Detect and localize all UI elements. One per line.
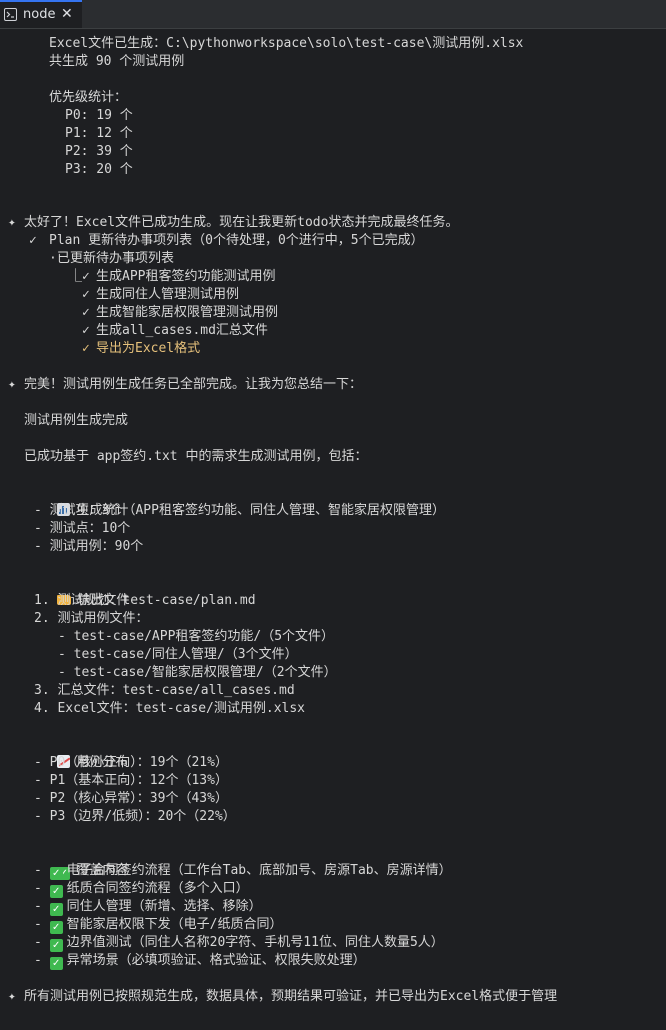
todo-item: 生成同住人管理测试用例 bbox=[96, 287, 240, 302]
tab-node[interactable]: node ✕ bbox=[0, 0, 82, 28]
list-item: - 测试用例：90个 bbox=[34, 539, 144, 554]
sparkle-icon: ✦ bbox=[8, 989, 16, 1004]
list-item: 3. 汇总文件：test-case/all_cases.md bbox=[34, 683, 295, 698]
summary-title: 测试用例生成完成 bbox=[24, 413, 129, 428]
assistant-message: 太好了！Excel文件已成功生成。现在让我更新todo状态并完成最终任务。 bbox=[24, 215, 459, 230]
list-item: 4. Excel文件：test-case/测试用例.xlsx bbox=[34, 701, 306, 716]
list-item: - ✓ 同住人管理（新增、选择、移除） bbox=[34, 899, 262, 916]
output-line: P3: 20 个 bbox=[65, 162, 133, 177]
list-item: - ✓ 边界值测试（同住人名称20字符、手机号11位、同住人数量5人） bbox=[34, 935, 444, 952]
plan-status: Plan 更新待办事项列表（0个待处理，0个进行中，5个已完成） bbox=[49, 233, 424, 248]
list-item: - test-case/同住人管理/（3个文件） bbox=[58, 647, 298, 662]
output-line: P0: 19 个 bbox=[65, 108, 133, 123]
assistant-message: 完美！测试用例生成任务已全部完成。让我为您总结一下： bbox=[24, 377, 363, 392]
check-icon: ✓ bbox=[82, 323, 90, 338]
section-heading: ✓ 覆盖内容 bbox=[26, 844, 128, 880]
check-icon: ✓ bbox=[82, 287, 90, 302]
output-line: P2: 39 个 bbox=[65, 144, 133, 159]
list-item: 1. 测试规划：test-case/plan.md bbox=[34, 593, 256, 608]
checkbox-icon: ✓ bbox=[49, 921, 63, 934]
todo-updated-label: 已更新待办事项列表 bbox=[57, 251, 175, 266]
list-item: - test-case/智能家居权限管理/（2个文件） bbox=[58, 665, 337, 680]
output-line: P1: 12 个 bbox=[65, 126, 133, 141]
output-line: Excel文件已生成：C:\pythonworkspace\solo\test-… bbox=[49, 36, 524, 51]
check-icon: ✓ bbox=[82, 341, 90, 356]
sparkle-icon: ✦ bbox=[8, 377, 16, 392]
tree-branch-icon: ⎿ bbox=[69, 269, 83, 284]
list-item: - P0（核心正向）：19个（21%） bbox=[34, 755, 228, 770]
output-line: 共生成 90 个测试用例 bbox=[49, 54, 185, 69]
list-item: 2. 测试用例文件： bbox=[34, 611, 149, 626]
summary-intro: 已成功基于 app签约.txt 中的需求生成测试用例，包括： bbox=[24, 449, 368, 464]
checkbox-icon: ✓ bbox=[49, 957, 63, 970]
close-icon[interactable]: ✕ bbox=[61, 6, 73, 22]
check-icon: ✓ bbox=[82, 269, 90, 284]
tab-bar: node ✕ bbox=[0, 0, 666, 29]
section-heading: 用例分布 bbox=[26, 736, 128, 770]
output-line: 优先级统计： bbox=[49, 90, 128, 105]
list-item: - ✓ 异常场景（必填项验证、格式验证、权限失败处理） bbox=[34, 953, 366, 970]
list-item: - P2（核心异常）：39个（43%） bbox=[34, 791, 228, 806]
checkbox-icon: ✓ bbox=[49, 867, 63, 880]
todo-item: 生成APP租客签约功能测试用例 bbox=[96, 269, 276, 284]
list-item: - 测试项：3个（APP租客签约功能、同住人管理、智能家居权限管理） bbox=[34, 503, 445, 518]
list-item: - test-case/APP租客签约功能/（5个文件） bbox=[58, 629, 335, 644]
todo-item: 生成all_cases.md汇总文件 bbox=[96, 323, 268, 338]
section-heading: 生成统计 bbox=[26, 484, 128, 518]
check-icon: ✓ bbox=[82, 305, 90, 320]
check-icon: ✓ bbox=[29, 233, 37, 248]
sparkle-icon: ✦ bbox=[8, 215, 16, 230]
assistant-message: 所有测试用例已按照规范生成，数据具体，预期结果可验证，并已导出为Excel格式便… bbox=[24, 989, 558, 1004]
list-item: - ✓ 电子合同签约流程（工作台Tab、底部加号、房源Tab、房源详情） bbox=[34, 863, 452, 880]
todo-item: 生成智能家居权限管理测试用例 bbox=[96, 305, 279, 320]
todo-item-current: 导出为Excel格式 bbox=[96, 341, 201, 356]
list-item: - ✓ 智能家居权限下发（电子/纸质合同） bbox=[34, 917, 283, 934]
checkbox-icon: ✓ bbox=[49, 903, 63, 916]
terminal-icon bbox=[4, 8, 17, 21]
list-item: - P1（基本正向）：12个（13%） bbox=[34, 773, 228, 788]
list-item: - 测试点：10个 bbox=[34, 521, 131, 536]
list-item: - ✓ 纸质合同签约流程（多个入口） bbox=[34, 881, 249, 898]
checkbox-icon: ✓ bbox=[49, 939, 63, 952]
tab-title: node bbox=[23, 7, 56, 22]
checkbox-icon: ✓ bbox=[49, 885, 63, 898]
list-item: - P3（边界/低频）：20个（22%） bbox=[34, 809, 236, 824]
bullet-icon: · bbox=[49, 251, 57, 266]
section-heading: 输出文件 bbox=[26, 574, 129, 608]
